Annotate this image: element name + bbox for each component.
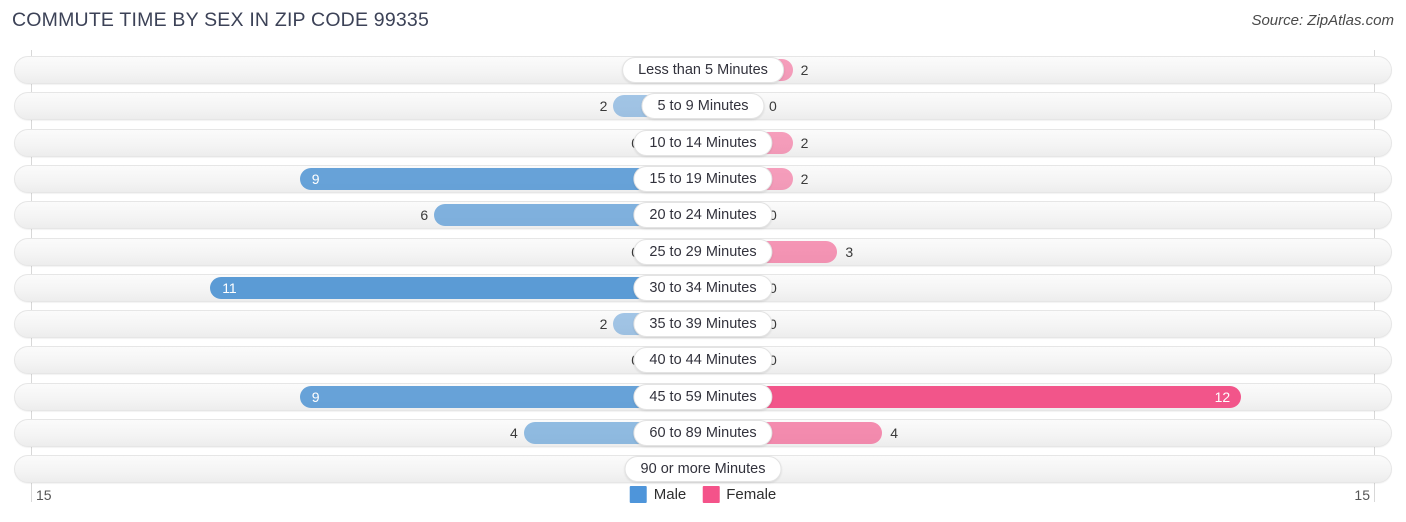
category-label-pill: 45 to 59 Minutes	[633, 383, 773, 410]
chart-row: 9 12 45 to 59 Minutes	[14, 382, 1392, 411]
legend-label-male: Male	[653, 486, 687, 503]
bar-value-female: 2	[800, 134, 809, 151]
chart-row: 6 0 20 to 24 Minutes	[14, 201, 1392, 230]
bar-value-female: 0	[769, 98, 777, 115]
bar-value-male: 2	[599, 316, 608, 333]
source-attribution: Source: ZipAtlas.com	[1251, 12, 1394, 29]
legend-item-female[interactable]: Female	[702, 486, 776, 503]
chart-row: 0040 to 44 Minutes	[14, 346, 1392, 375]
chart-row: 11 0 30 to 34 Minutes	[14, 273, 1392, 302]
chart-row: 9 2 15 to 19 Minutes	[14, 164, 1392, 193]
bar-value-female: 3	[845, 243, 854, 260]
commute-time-chart: COMMUTE TIME BY SEX IN ZIP CODE 99335 So…	[0, 0, 1406, 522]
chart-row: 0090 or more Minutes	[14, 455, 1392, 484]
category-label-pill: 30 to 34 Minutes	[633, 274, 773, 301]
chart-row: 2 05 to 9 Minutes	[14, 92, 1392, 121]
bar-value-male: 11	[222, 279, 237, 296]
bar-value-male: 9	[311, 170, 320, 187]
chart-row: 0325 to 29 Minutes	[14, 237, 1392, 266]
chart-row: 12Less than 5 Minutes	[14, 56, 1392, 84]
category-label-pill: 90 or more Minutes	[624, 456, 782, 483]
legend-label-female: Female	[726, 486, 777, 503]
bar-value-male: 4	[510, 425, 518, 441]
bar-value-female: 2	[800, 62, 809, 78]
bar-value-female: 4	[890, 425, 898, 441]
chart-row: 2 0 35 to 39 Minutes	[14, 310, 1392, 339]
legend-item-male[interactable]: Male	[629, 486, 687, 503]
category-label-pill: 40 to 44 Minutes	[633, 347, 773, 374]
bar-value-female: 2	[800, 170, 809, 187]
category-label-pill: 25 to 29 Minutes	[633, 238, 773, 265]
category-label-pill: 20 to 24 Minutes	[633, 202, 773, 229]
bar-male[interactable]	[210, 276, 703, 299]
bar-value-male: 6	[420, 207, 429, 224]
page-title: COMMUTE TIME BY SEX IN ZIP CODE 99335	[12, 9, 430, 31]
chart-row: 0210 to 14 Minutes	[14, 128, 1392, 157]
category-label-pill: 10 to 14 Minutes	[633, 129, 773, 156]
legend-swatch-female-icon	[702, 486, 720, 503]
category-label-pill: Less than 5 Minutes	[622, 57, 784, 83]
plot-area: 12 Less than 5 Minutes 2 05 to 9 Minutes0 2 1…	[0, 50, 1406, 502]
category-label-pill: 60 to 89 Minutes	[633, 420, 773, 446]
chart-row: 4 4 60 to 89 Minutes	[14, 419, 1392, 447]
bar-value-male: 9	[311, 388, 320, 405]
axis-max-label-left: 15	[36, 487, 52, 503]
category-label-pill: 15 to 19 Minutes	[633, 165, 773, 192]
legend-swatch-male-icon	[629, 486, 647, 503]
axis-max-label-right: 15	[1354, 487, 1370, 503]
category-label-pill: 5 to 9 Minutes	[641, 93, 765, 120]
chart-legend: Male Female	[629, 486, 776, 503]
bar-value-female: 12	[1214, 388, 1231, 405]
bar-value-male: 2	[599, 98, 608, 115]
bar-female[interactable]	[703, 385, 1241, 408]
category-label-pill: 35 to 39 Minutes	[633, 311, 773, 338]
